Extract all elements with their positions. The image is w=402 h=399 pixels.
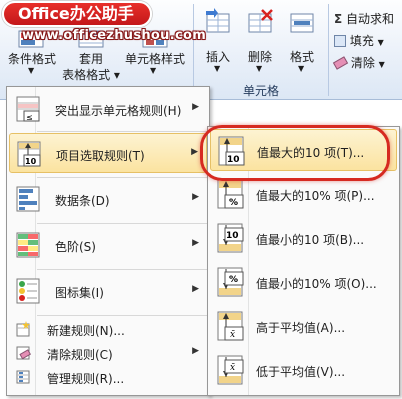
menu-separator (37, 131, 207, 132)
format-as-table-label-2: 表格格式 ▾ (62, 68, 120, 82)
manage-rules-label: 管理规则(R)... (47, 372, 125, 386)
bottom-10-items-label: 值最小的10 项(B)... (256, 233, 365, 247)
cells-group-label: 单元格 (242, 84, 279, 98)
submenu-item-below-average[interactable]: x̄ 低于平均值(V)... (210, 349, 397, 391)
new-rule-icon (15, 321, 31, 337)
highlight-cells-rules-label: 突出显示单元格规则(H) (55, 104, 182, 118)
top-10-percent-badge-text: % (229, 198, 238, 208)
submenu-item-bottom-10-items[interactable]: 10 值最小的10 项(B)... (210, 217, 397, 259)
top-10-percent-icon: % (216, 179, 246, 209)
submenu-arrow-icon: ▶ (192, 346, 199, 356)
icon-sets-label: 图标集(I) (55, 286, 104, 300)
chevron-down-icon: ▼ (256, 64, 263, 73)
bottom-10-percent-label: 值最小的10% 项(O)... (256, 277, 377, 291)
eraser-icon (332, 56, 349, 70)
menu-item-new-rule[interactable]: 新建规则(N)... (9, 317, 207, 341)
menu-item-data-bars[interactable]: 数据条(D) ▶ (9, 179, 207, 219)
menu-separator (37, 177, 207, 178)
menu-item-icon-sets[interactable]: 图标集(I) ▶ (9, 271, 207, 311)
submenu-arrow-icon: ▶ (191, 147, 198, 157)
menu-separator (37, 223, 207, 224)
ribbon-separator (328, 4, 329, 96)
bottom-10-items-icon: 10 (216, 223, 246, 253)
annotation-highlight-ring (200, 125, 390, 181)
delete-button[interactable]: 删除 ▼ (240, 4, 280, 76)
menu-separator (37, 315, 207, 316)
delete-cells-icon (246, 8, 274, 36)
menu-separator (37, 269, 207, 270)
conditional-format-menu: ≤ 突出显示单元格规则(H) ▶ 10 项目选取规则(T) ▶ 数据条(D) ▶… (6, 86, 210, 396)
site-logo-text: Office办公助手 (18, 4, 134, 23)
chevron-down-icon: ▼ (377, 38, 384, 47)
clear-label: 清除 (350, 56, 375, 70)
data-bars-label: 数据条(D) (55, 194, 110, 208)
format-as-table-label-1: 套用 (78, 52, 103, 66)
color-scales-label: 色阶(S) (55, 240, 96, 254)
data-bars-icon (15, 186, 41, 212)
clear-rules-label: 清除规则(C) (47, 348, 113, 362)
bottom-10-percent-badge-text: % (229, 275, 238, 285)
above-average-badge-text: x̄ (230, 330, 235, 340)
chevron-down-icon: ▼ (150, 66, 157, 75)
submenu-item-above-average[interactable]: x̄ 高于平均值(A)... (210, 305, 397, 347)
above-average-icon: x̄ (216, 311, 246, 341)
manage-rules-icon (15, 369, 31, 385)
below-average-badge-text: x̄ (230, 363, 235, 373)
submenu-item-bottom-10-percent[interactable]: % 值最小的10% 项(O)... (210, 261, 397, 303)
site-url-watermark: www.officezhushou.com (22, 28, 207, 43)
format-as-table-label-2-text: 表格格式 (62, 68, 111, 82)
conditional-format-label: 条件格式 (7, 52, 56, 66)
submenu-arrow-icon: ▶ (192, 192, 199, 202)
icon-sets-icon (15, 278, 41, 304)
menu-item-manage-rules[interactable]: 管理规则(R)... (9, 365, 207, 389)
highlight-cells-rules-icon: ≤ (15, 96, 41, 122)
autosum-button[interactable]: Σ 自动求和 (334, 10, 394, 27)
insert-label: 插入 (205, 50, 230, 64)
fill-label: 填充 (349, 34, 374, 48)
new-rule-label: 新建规则(N)... (47, 324, 125, 338)
submenu-arrow-icon: ▶ (192, 284, 199, 294)
submenu-arrow-icon: ▶ (192, 102, 199, 112)
top-bottom-rules-icon: 10 (16, 141, 42, 167)
chevron-down-icon: ▼ (378, 60, 385, 69)
sigma-icon: Σ (334, 12, 343, 26)
chevron-down-icon: ▼ (298, 64, 305, 73)
top-bottom-rules-label: 项目选取规则(T) (56, 149, 145, 163)
above-average-label: 高于平均值(A)... (256, 321, 346, 335)
color-scales-icon (15, 232, 41, 258)
insert-cells-icon (204, 8, 232, 36)
submenu-arrow-icon: ▶ (192, 238, 199, 248)
below-average-label: 低于平均值(V)... (256, 365, 346, 379)
site-logo-banner: Office办公助手 (2, 1, 152, 27)
bottom-10-badge-text: 10 (226, 231, 239, 241)
below-average-icon: x̄ (216, 355, 246, 385)
format-cells-icon (288, 8, 316, 36)
autosum-label: 自动求和 (346, 12, 395, 26)
clear-button[interactable]: 清除 ▼ (332, 54, 385, 71)
top-10-percent-label: 值最大的10% 项(P)... (256, 189, 375, 203)
menu-item-color-scales[interactable]: 色阶(S) ▶ (9, 225, 207, 265)
menu-item-clear-rules[interactable]: 清除规则(C) ▶ (9, 341, 207, 365)
clear-rules-icon (15, 345, 31, 361)
menu-item-highlight-cells-rules[interactable]: ≤ 突出显示单元格规则(H) ▶ (9, 89, 207, 129)
cell-styles-label: 单元格样式 (124, 52, 185, 66)
chevron-down-icon: ▼ (214, 64, 221, 73)
bottom-10-percent-icon: % (216, 267, 246, 297)
svg-text:≤: ≤ (26, 113, 33, 122)
format-label: 格式 (289, 50, 314, 64)
fill-button[interactable]: 填充 ▼ (334, 32, 384, 49)
chevron-down-icon: ▼ (28, 66, 35, 75)
menu-item-top-bottom-rules[interactable]: 10 项目选取规则(T) ▶ (9, 133, 207, 173)
fill-down-icon (334, 35, 346, 47)
format-button[interactable]: 格式 ▼ (282, 4, 322, 76)
ribbon-separator (193, 4, 194, 96)
delete-label: 删除 (247, 50, 272, 64)
svg-text:10: 10 (25, 157, 37, 166)
